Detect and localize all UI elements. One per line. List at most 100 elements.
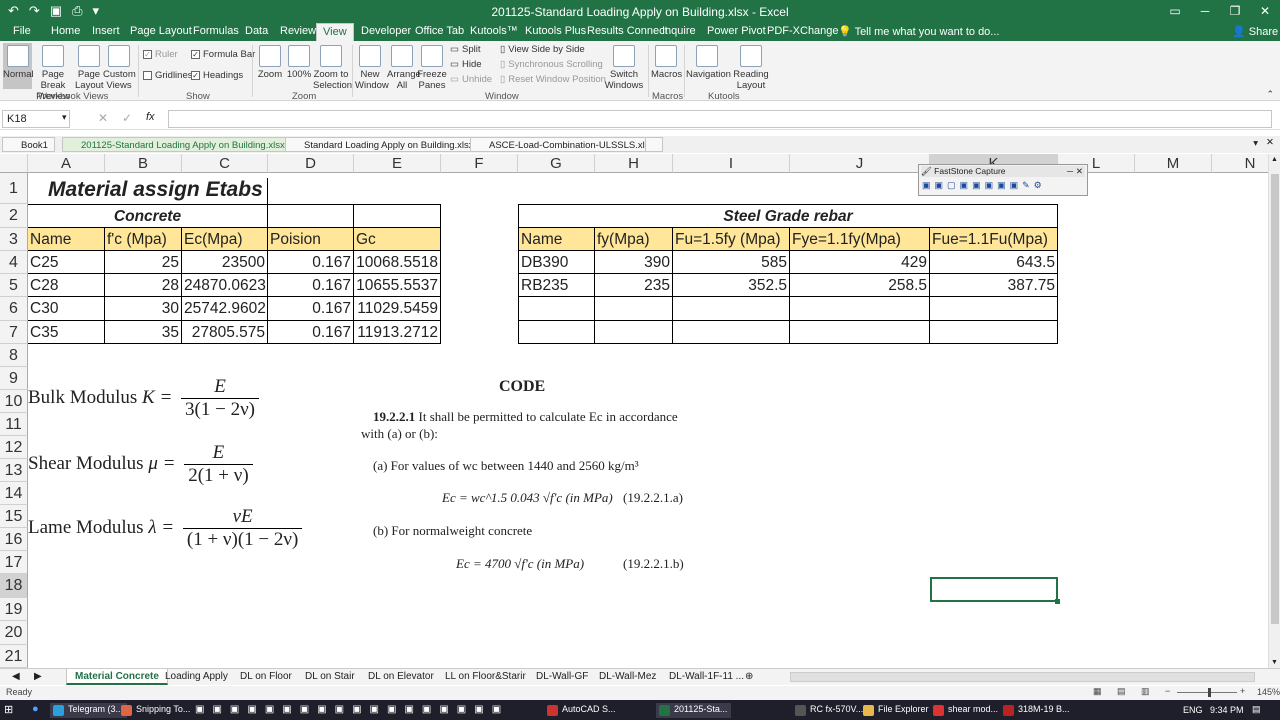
table-cell[interactable]: 429: [790, 251, 930, 274]
add-sheet-icon[interactable]: ⊕: [745, 671, 753, 682]
table-cell[interactable]: 387.75: [930, 274, 1058, 297]
ribbon-display-icon[interactable]: ▭: [1160, 0, 1190, 22]
formula-bar-checkbox[interactable]: ✓ Formula Bar: [191, 49, 255, 60]
row-header[interactable]: 13: [0, 459, 28, 482]
table-cell[interactable]: RB235: [518, 274, 595, 297]
table-cell[interactable]: 10655.5537: [354, 274, 441, 297]
sheet-tab[interactable]: DL-Wall-Mez: [599, 671, 656, 682]
page-break-view-icon[interactable]: ▥: [1141, 686, 1150, 697]
sheet-nav-prev-icon[interactable]: ◀: [12, 671, 20, 682]
freeze-panes-button[interactable]: Freeze Panes: [417, 43, 447, 91]
capture-scrolling-icon[interactable]: ▣: [985, 180, 994, 191]
new-doc-tab-button[interactable]: [645, 137, 663, 152]
doc-tab-asce[interactable]: ASCE-Load-Combination-ULSSLS.xlsx: [470, 137, 662, 152]
app-icon[interactable]: ▣: [404, 704, 413, 715]
sheet-tab[interactable]: DL on Elevator: [368, 671, 434, 682]
tab-insert[interactable]: Insert: [92, 25, 120, 37]
gridlines-checkbox[interactable]: Gridlines: [143, 70, 193, 81]
column-header[interactable]: I: [673, 154, 790, 173]
collapse-ribbon-icon[interactable]: ⌃: [1266, 89, 1274, 100]
table-cell[interactable]: 27805.575: [182, 321, 268, 344]
table-cell[interactable]: [930, 297, 1058, 321]
tab-data[interactable]: Data: [245, 25, 268, 37]
zoom-100-button[interactable]: 100%: [286, 43, 312, 89]
app-icon[interactable]: ▣: [212, 704, 221, 715]
tab-kutools-plus[interactable]: Kutools Plus: [525, 25, 586, 37]
table-cell[interactable]: [790, 321, 930, 344]
lame-modulus-formula[interactable]: Lame Modulus λ = νE (1 + ν)(1 − 2ν): [28, 506, 303, 551]
enter-icon[interactable]: ✓: [122, 111, 132, 125]
bulk-modulus-formula[interactable]: Bulk Modulus K = E 3(1 − 2ν): [28, 376, 259, 421]
app-icon[interactable]: ▣: [317, 704, 326, 715]
taskbar-telegram[interactable]: Telegram (3...: [50, 703, 128, 718]
sheet-tab[interactable]: Loading Apply: [165, 671, 228, 682]
switch-windows-button[interactable]: Switch Windows: [603, 43, 645, 91]
notification-icon[interactable]: ▤: [1252, 704, 1261, 715]
row-header[interactable]: 11: [0, 413, 28, 436]
sheet-tab[interactable]: DL on Stair: [305, 671, 355, 682]
custom-views-button[interactable]: Custom Views: [103, 43, 136, 91]
zoom-out-icon[interactable]: −: [1165, 686, 1170, 696]
row-header[interactable]: 4: [0, 251, 28, 274]
table-cell[interactable]: 258.5: [790, 274, 930, 297]
horizontal-scrollbar[interactable]: [790, 672, 1255, 682]
tab-kutools[interactable]: Kutools™: [470, 25, 518, 37]
table-header[interactable]: Fu=1.5fy (Mpa): [673, 228, 790, 251]
taskbar-calculator[interactable]: RC fx-570V...: [792, 703, 867, 718]
close-doc-icon[interactable]: ✕: [1266, 137, 1274, 148]
column-header[interactable]: F: [441, 154, 518, 173]
app-icon[interactable]: ▣: [422, 704, 431, 715]
new-window-button[interactable]: New Window: [355, 43, 389, 91]
zoom-level[interactable]: 145%: [1257, 687, 1280, 697]
scroll-down-icon[interactable]: ▼: [1271, 659, 1278, 666]
tab-review[interactable]: Review: [280, 25, 316, 37]
sheet-tab[interactable]: DL-Wall-GF: [536, 671, 588, 682]
capture-object-icon[interactable]: ▣: [935, 180, 944, 191]
cancel-icon[interactable]: ✕: [98, 111, 108, 125]
vertical-scrollbar[interactable]: ▲ ▼: [1268, 154, 1280, 668]
reset-window-position-button[interactable]: ▯ Reset Window Position: [500, 74, 606, 85]
table-cell[interactable]: [518, 297, 595, 321]
headings-checkbox[interactable]: ✓ Headings: [191, 70, 243, 81]
app-icon[interactable]: ▣: [335, 704, 344, 715]
navigation-button[interactable]: Navigation: [686, 43, 731, 89]
language-indicator[interactable]: ENG: [1183, 705, 1203, 715]
arrange-all-button[interactable]: Arrange All: [387, 43, 421, 91]
table-cell[interactable]: 30: [105, 297, 182, 321]
row-header[interactable]: 8: [0, 344, 28, 367]
reading-layout-button[interactable]: Reading Layout: [732, 43, 770, 91]
table-cell[interactable]: 390: [595, 251, 673, 274]
minimize-icon[interactable]: ─: [1067, 166, 1073, 176]
minimize-button[interactable]: ─: [1190, 0, 1220, 22]
app-icon[interactable]: ▣: [265, 704, 274, 715]
table-cell[interactable]: [354, 204, 441, 228]
taskbar-snipping[interactable]: Snipping To...: [118, 703, 194, 718]
table-cell[interactable]: 25: [105, 251, 182, 274]
row-header[interactable]: 18: [0, 574, 28, 598]
sheet-tab[interactable]: LL on Floor&Starir: [445, 671, 526, 682]
app-icon[interactable]: ▣: [457, 704, 466, 715]
row-header[interactable]: 12: [0, 436, 28, 459]
table-cell[interactable]: 352.5: [673, 274, 790, 297]
row-header[interactable]: 5: [0, 274, 28, 297]
tell-me-search[interactable]: 💡 Tell me what you want to do...: [838, 25, 999, 38]
column-header[interactable]: G: [518, 154, 595, 173]
zoom-to-selection-button[interactable]: Zoom to Selection: [313, 43, 352, 91]
row-header[interactable]: 3: [0, 228, 28, 251]
table-cell[interactable]: [930, 321, 1058, 344]
column-header[interactable]: E: [354, 154, 441, 173]
record-screen-icon[interactable]: ▣: [1010, 180, 1019, 191]
table-header[interactable]: Fue=1.1Fu(Mpa): [930, 228, 1058, 251]
table-cell[interactable]: 25742.9602: [182, 297, 268, 321]
table-header[interactable]: Ec(Mpa): [182, 228, 268, 251]
split-button[interactable]: ▭ Split: [450, 44, 480, 55]
table-cell[interactable]: [595, 297, 673, 321]
table-header[interactable]: Name: [518, 228, 595, 251]
sheet-nav-next-icon[interactable]: ▶: [34, 671, 42, 682]
tab-formulas[interactable]: Formulas: [193, 25, 239, 37]
table-cell[interactable]: [673, 321, 790, 344]
app-icon[interactable]: ▣: [387, 704, 396, 715]
capture-freehand-icon[interactable]: ▣: [960, 180, 969, 191]
table-header[interactable]: Gc: [354, 228, 441, 251]
tab-list-icon[interactable]: ▾: [1253, 138, 1258, 149]
